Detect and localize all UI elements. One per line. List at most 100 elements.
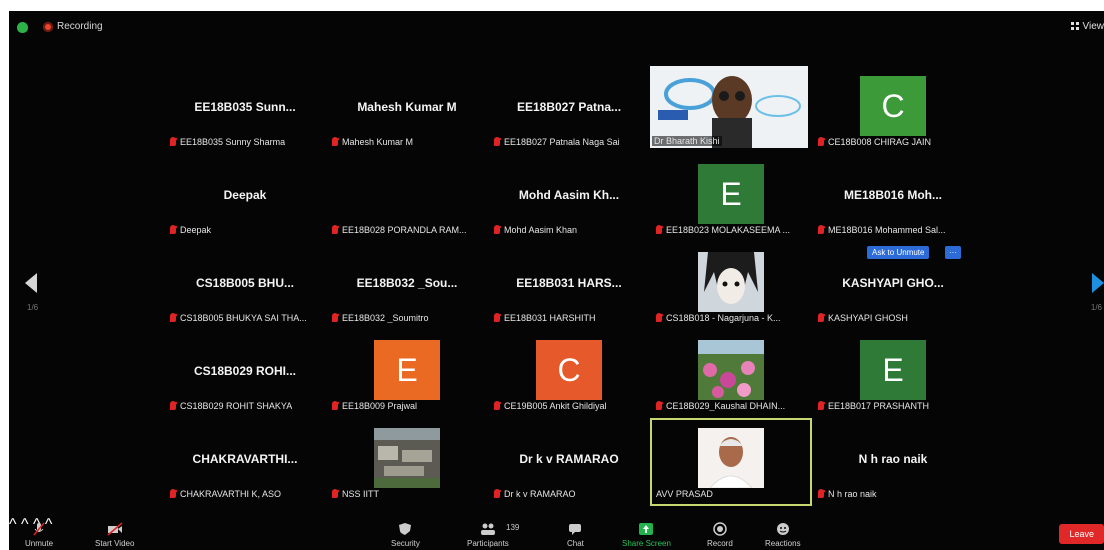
start-video-label: Start Video (95, 539, 135, 548)
participant-display-name: ME18B016 Moh... (843, 188, 943, 202)
participant-tile[interactable]: ME18B016 Moh... ME18B016 Mohammed Sal... (812, 154, 974, 242)
muted-microphone-icon (170, 313, 176, 322)
participant-tile[interactable]: Deepak Deepak (164, 154, 326, 242)
participant-avatar: E (374, 340, 440, 400)
muted-microphone-icon (494, 313, 500, 322)
ask-to-unmute-button[interactable]: Ask to Unmute (867, 246, 930, 259)
participant-name-text: KASHYAPI GHOSH (828, 313, 908, 323)
participant-tile[interactable]: EE18B031 HARS... EE18B031 HARSHITH (488, 242, 650, 330)
participant-display-name: Mahesh Kumar M (357, 100, 457, 114)
view-button[interactable]: View (1070, 21, 1104, 32)
leave-button[interactable]: Leave (1059, 524, 1104, 544)
participant-name-label: CS18B018 - Nagarjuna - K... (656, 313, 781, 323)
participant-name-label: Mahesh Kumar M (332, 137, 413, 147)
muted-microphone-icon (332, 225, 338, 234)
zoom-meeting-window: Recording View 1/6 1/6 EE18B035 Sunn... E… (9, 11, 1104, 550)
participant-display-name: Dr k v RAMARAO (519, 452, 619, 466)
muted-microphone-icon (494, 489, 500, 498)
participant-tile[interactable]: AVV PRASAD (650, 418, 812, 506)
participant-tile[interactable]: Dr Bharath Kishi (650, 66, 812, 154)
unmute-button[interactable]: Unmute (25, 522, 53, 548)
participant-tile[interactable]: CHAKRAVARTHI... CHAKRAVARTHI K, ASO (164, 418, 326, 506)
participant-name-text: CE18B008 CHIRAG JAIN (828, 137, 932, 147)
participant-tile[interactable]: N h rao naik N h rao naik (812, 418, 974, 506)
muted-microphone-icon (818, 225, 824, 234)
record-button[interactable]: Record (707, 522, 733, 548)
participant-name-text: Mohd Aasim Khan (504, 225, 578, 235)
chat-bubble-icon (567, 522, 583, 536)
participant-name-text: EE18B035 Sunny Sharma (180, 137, 286, 147)
participant-name-text: EE18B027 Patnala Naga Sai (504, 137, 620, 147)
participant-tile[interactable]: EE18B028 PORANDLA RAM... (326, 154, 488, 242)
participant-name-text: CS18B018 - Nagarjuna - K... (666, 313, 781, 323)
muted-microphone-icon (818, 489, 824, 498)
participant-name-text: N h rao naik (828, 489, 877, 499)
participant-name-text: Dr Bharath Kishi (654, 136, 720, 146)
security-label: Security (391, 539, 420, 548)
audio-options-caret-icon[interactable]: ^ (9, 516, 17, 533)
participant-name-label: Dr Bharath Kishi (652, 136, 722, 146)
start-video-button[interactable]: Start Video (95, 522, 134, 548)
participant-tile[interactable]: CE18B029_Kaushal DHAIN... (650, 330, 812, 418)
participant-tile[interactable]: NSS IITT (326, 418, 488, 506)
participant-tile[interactable]: Mohd Aasim Kh... Mohd Aasim Khan (488, 154, 650, 242)
muted-microphone-icon (656, 313, 662, 322)
participant-display-name: CS18B005 BHU... (195, 276, 295, 290)
grid-view-icon (1070, 22, 1079, 30)
view-label: View (1082, 21, 1104, 32)
participant-display-name: N h rao naik (858, 452, 928, 466)
next-page-arrow-icon[interactable] (1092, 273, 1104, 293)
reactions-emoji-icon (775, 522, 791, 536)
participant-name-label: N h rao naik (818, 489, 877, 499)
participant-name-text: CHAKRAVARTHI K, ASO (180, 489, 282, 499)
chat-button[interactable]: Chat (567, 522, 584, 548)
more-options-button[interactable]: ··· (945, 246, 961, 259)
security-button[interactable]: Security (391, 522, 420, 548)
reactions-button[interactable]: Reactions (765, 522, 801, 548)
participant-name-text: CE18B029_Kaushal DHAIN... (666, 401, 786, 411)
participant-tile[interactable]: EE18B032 _Sou... EE18B032 _Soumitro (326, 242, 488, 330)
participant-tile[interactable]: EE18B027 Patna... EE18B027 Patnala Naga S… (488, 66, 650, 154)
participant-tile[interactable]: Mahesh Kumar M Mahesh Kumar M (326, 66, 488, 154)
participant-name-label: EE18B009 Prajwal (332, 401, 417, 411)
participant-name-label: CE18B029_Kaushal DHAIN... (656, 401, 785, 411)
participant-tile[interactable]: CS18B005 BHU... CS18B005 BHUKYA SAI THA..… (164, 242, 326, 330)
muted-microphone-icon (494, 225, 500, 234)
page-indicator-right: 1/6 (1090, 303, 1102, 312)
participant-name-text: EE18B023 MOLAKASEEMA ... (666, 225, 791, 235)
participants-button[interactable]: Participants (467, 522, 509, 548)
participant-tile[interactable]: E EE18B023 MOLAKASEEMA ... (650, 154, 812, 242)
participant-avatar: E (698, 164, 764, 224)
muted-microphone-icon (170, 225, 176, 234)
participant-tile[interactable]: C CE19B005 Ankit Ghildiyal (488, 330, 650, 418)
participant-display-name: Deepak (223, 188, 267, 202)
participant-avatar: E (860, 340, 926, 400)
participant-avatar: C (860, 76, 926, 136)
chat-label: Chat (567, 539, 584, 548)
record-icon (712, 522, 728, 536)
participant-tile[interactable]: E EE18B017 PRASHANTH (812, 330, 974, 418)
share-screen-button[interactable]: Share Screen (622, 522, 671, 548)
participant-name-label: AVV PRASAD (656, 489, 713, 499)
participant-name-text: Mahesh Kumar M (342, 137, 414, 147)
participant-name-label: EE18B035 Sunny Sharma (170, 137, 285, 147)
participant-tile[interactable]: C CE18B008 CHIRAG JAIN (812, 66, 974, 154)
participant-name-label: ME18B016 Mohammed Sal... (818, 225, 946, 235)
participant-display-name: EE18B035 Sunn... (194, 100, 296, 114)
participant-tile[interactable]: E EE18B009 Prajwal (326, 330, 488, 418)
recording-icon (43, 22, 53, 32)
participant-name-label: Deepak (170, 225, 211, 235)
muted-microphone-icon (332, 489, 338, 498)
participant-name-text: EE18B009 Prajwal (342, 401, 418, 411)
participant-name-label: EE18B032 _Soumitro (332, 313, 429, 323)
video-off-icon (107, 522, 123, 536)
previous-page-arrow-icon[interactable] (25, 273, 37, 293)
security-shield-icon[interactable] (17, 22, 28, 33)
participant-tile[interactable]: CS18B018 - Nagarjuna - K... (650, 242, 812, 330)
participant-name-text: Deepak (180, 225, 212, 235)
participant-tile[interactable]: EE18B035 Sunn... EE18B035 Sunny Sharma (164, 66, 326, 154)
participant-name-text: EE18B017 PRASHANTH (828, 401, 930, 411)
participant-tile[interactable]: Dr k v RAMARAO Dr k v RAMARAO (488, 418, 650, 506)
participant-name-text: EE18B028 PORANDLA RAM... (342, 225, 467, 235)
participant-tile[interactable]: CS18B029 ROHI... CS18B029 ROHIT SHAKYA (164, 330, 326, 418)
